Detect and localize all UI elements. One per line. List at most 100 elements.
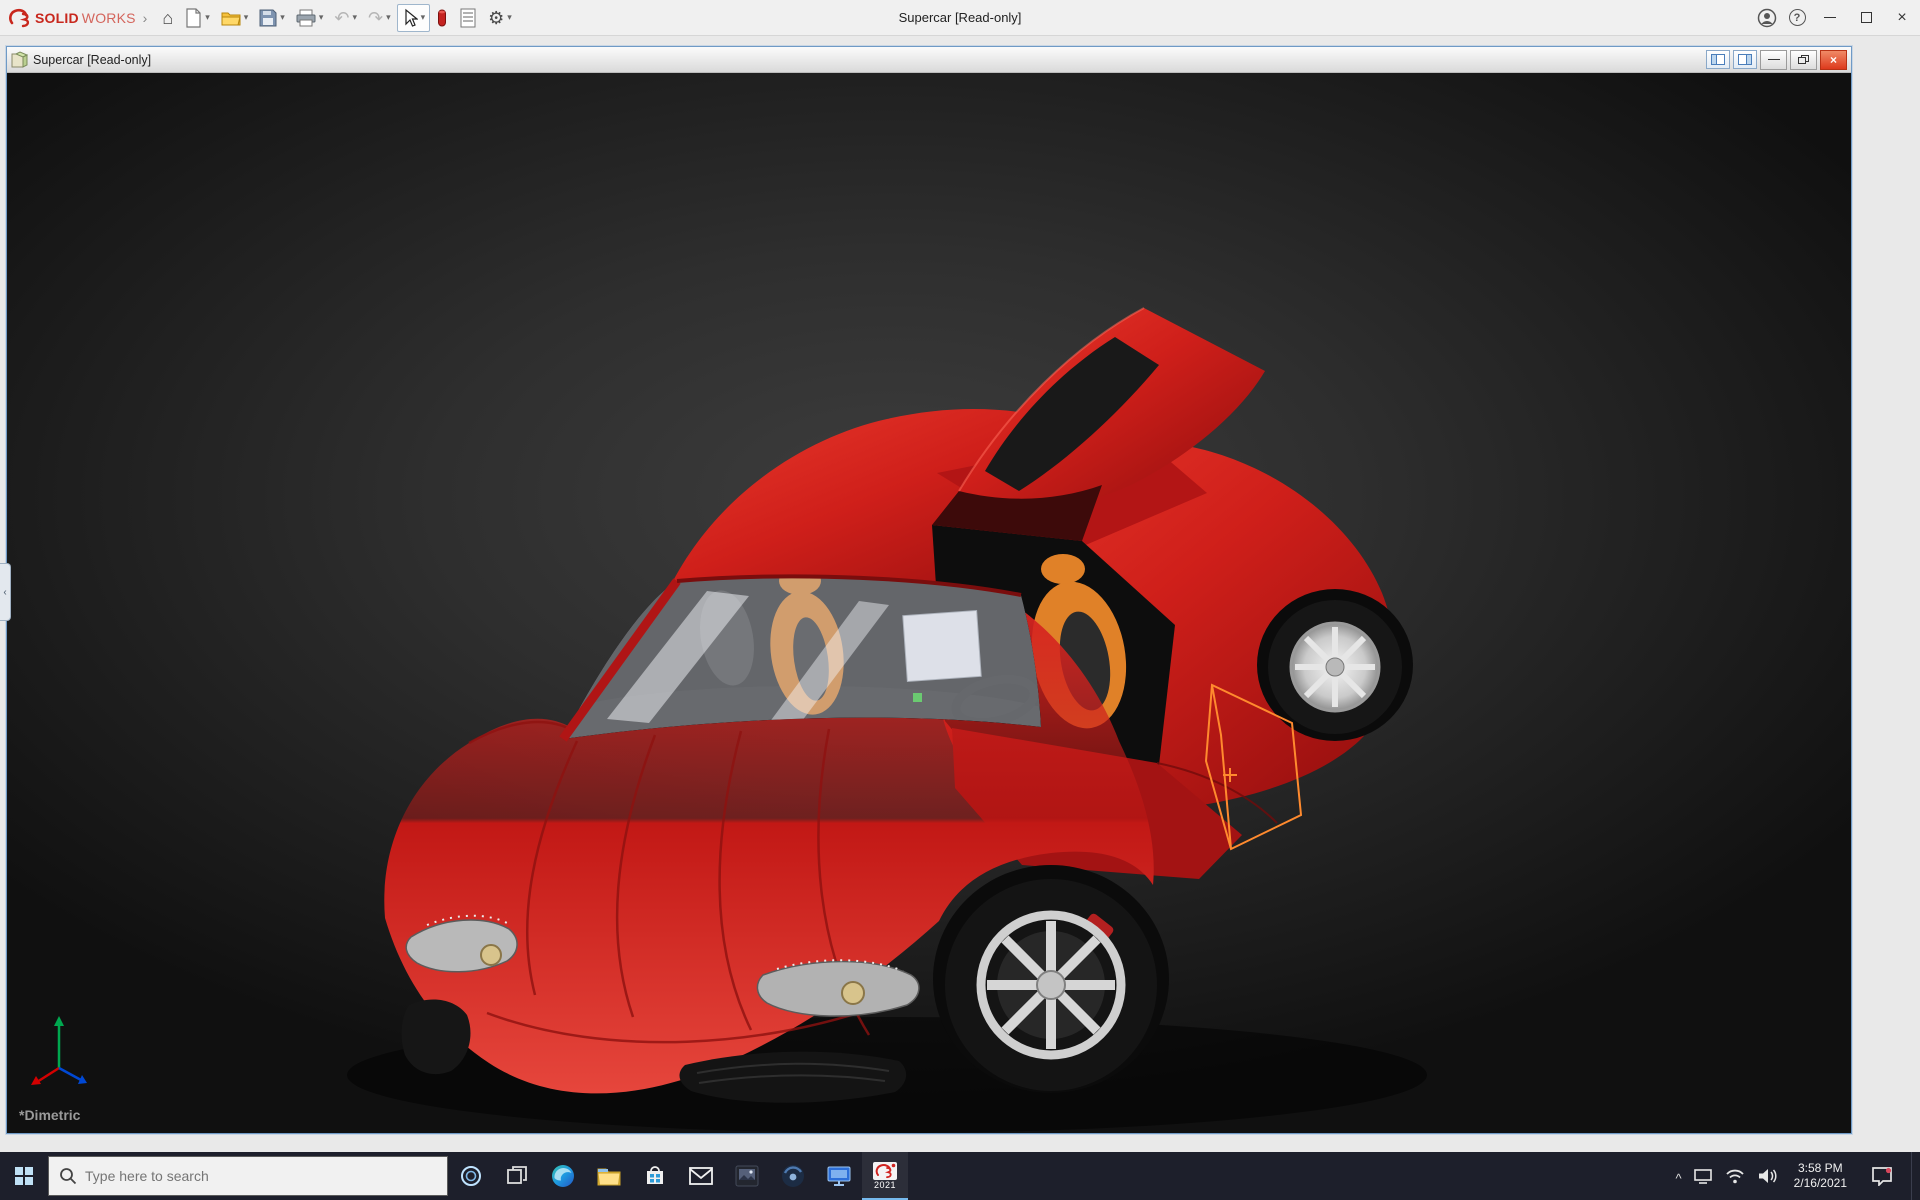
start-button[interactable] <box>0 1152 48 1200</box>
redo-button[interactable]: ↷ ▾ <box>363 4 396 32</box>
task-view-button[interactable] <box>494 1152 540 1200</box>
app-button-store[interactable] <box>632 1152 678 1200</box>
print-button[interactable]: ▾ <box>291 4 329 32</box>
app-minimize-button[interactable] <box>1812 0 1848 36</box>
help-icon: ? <box>1788 9 1806 26</box>
account-button[interactable] <box>1752 3 1782 33</box>
open-button[interactable]: ▾ <box>216 4 254 32</box>
hidden-icons-chevron[interactable]: ^ <box>1676 1171 1682 1186</box>
view-orientation-label: *Dimetric <box>19 1107 81 1123</box>
caret-down-icon[interactable]: ▾ <box>244 12 249 23</box>
cortana-button[interactable] <box>448 1152 494 1200</box>
taskbar-clock[interactable]: 3:58 PM 2/16/2021 <box>1788 1161 1853 1191</box>
new-document-button[interactable]: ▾ <box>179 4 215 32</box>
tray-monitor-icon <box>1693 1169 1712 1184</box>
new-document-icon <box>186 7 201 28</box>
close-icon: × <box>1829 52 1837 67</box>
solidworks-logo[interactable]: SOLID WORKS › <box>0 7 157 29</box>
quick-access-toolbar: ⌂ ▾ ▾ ▾ ▾ ↶ ▾ ↷ ▾ ▾ ⚙ ▾ <box>157 3 517 32</box>
cortana-icon <box>461 1166 481 1186</box>
help-button[interactable]: ? <box>1782 3 1812 33</box>
task-view-icon <box>507 1166 527 1184</box>
undo-icon: ↶ <box>334 7 350 28</box>
collapse-arrow-icon: ‹ <box>3 586 7 598</box>
options-button[interactable]: ⚙ ▾ <box>483 4 517 32</box>
app-button-solidworks[interactable]: 2021 <box>862 1152 908 1200</box>
caret-down-icon[interactable]: ▾ <box>421 12 426 23</box>
close-icon: × <box>1897 8 1907 26</box>
app-button-photos[interactable] <box>724 1152 770 1200</box>
minimize-icon <box>1824 17 1836 18</box>
viewport-3d[interactable]: *Dimetric <box>7 73 1851 1133</box>
app-button-file-explorer[interactable] <box>586 1152 632 1200</box>
save-button[interactable]: ▾ <box>254 4 290 32</box>
volume-icon <box>1758 1169 1777 1183</box>
caret-down-icon[interactable]: ▾ <box>507 12 512 23</box>
action-center-button[interactable] <box>1863 1152 1901 1200</box>
app-button-edge[interactable] <box>540 1152 586 1200</box>
system-tray: ^ 3:58 PM 2/16/2021 <box>1676 1152 1920 1200</box>
pane-layout-button-left[interactable] <box>1706 50 1730 69</box>
app-button-display[interactable] <box>816 1152 862 1200</box>
tray-monitor-button[interactable] <box>1692 1152 1714 1200</box>
app-maximize-button[interactable] <box>1848 0 1884 36</box>
redo-icon: ↷ <box>367 7 384 28</box>
undo-button[interactable]: ↶ ▾ <box>329 4 362 32</box>
doc-close-button[interactable]: × <box>1820 49 1847 70</box>
search-input[interactable] <box>85 1168 405 1184</box>
doc-minimize-button[interactable] <box>1760 49 1787 70</box>
orientation-triad <box>27 1010 91 1091</box>
display-app-icon <box>827 1166 851 1186</box>
home-button[interactable]: ⌂ <box>157 4 178 32</box>
document-title: Supercar [Read-only] <box>33 52 152 67</box>
solidworks-version-badge: 2021 <box>873 1180 897 1190</box>
app-close-button[interactable]: × <box>1884 0 1920 36</box>
appearance-button[interactable] <box>431 4 453 32</box>
app-titlebar: SOLID WORKS › ⌂ ▾ ▾ ▾ ▾ ↶ ▾ ↷ ▾ ▾ ⚙ ▾ Su… <box>0 0 1920 36</box>
windows-logo-icon <box>15 1167 33 1185</box>
caret-down-icon[interactable]: ▾ <box>280 12 285 23</box>
brand-text-bold: SOLID <box>35 9 79 26</box>
maximize-icon <box>1860 12 1872 23</box>
document-window: Supercar [Read-only] × *Dimetric <box>6 46 1852 1134</box>
network-button[interactable] <box>1724 1152 1746 1200</box>
document-icon <box>11 51 28 68</box>
caret-down-icon[interactable]: ▾ <box>319 12 324 23</box>
volume-button[interactable] <box>1756 1152 1778 1200</box>
caret-down-icon[interactable]: ▾ <box>386 12 391 23</box>
account-icon <box>1757 8 1777 27</box>
app-button-mail[interactable] <box>678 1152 724 1200</box>
round-dark-app-icon <box>782 1165 804 1187</box>
save-icon <box>259 9 277 26</box>
menu-expand-icon[interactable]: › <box>143 10 148 26</box>
screen: SOLID WORKS › ⌂ ▾ ▾ ▾ ▾ ↶ ▾ ↷ ▾ ▾ ⚙ ▾ Su… <box>0 0 1920 1200</box>
open-folder-icon <box>221 12 241 25</box>
collapsed-pane-tab[interactable]: ‹ <box>0 563 11 621</box>
print-icon <box>296 9 316 26</box>
brand-text-light: WORKS <box>81 9 136 26</box>
taskbar: 2021 ^ <box>0 1152 1920 1200</box>
store-icon <box>647 1166 663 1184</box>
properties-button[interactable] <box>454 4 482 32</box>
spec-sheet-icon <box>460 8 476 27</box>
photos-icon <box>735 1165 759 1187</box>
document-titlebar[interactable]: Supercar [Read-only] × <box>7 47 1851 73</box>
red-cylinder-icon <box>438 9 447 26</box>
pane-layout-right-icon <box>1738 54 1752 65</box>
select-tool-button[interactable]: ▾ <box>396 3 431 32</box>
restore-icon <box>1798 55 1809 64</box>
app-button-round-dark[interactable] <box>770 1152 816 1200</box>
pane-layout-button-right[interactable] <box>1733 50 1757 69</box>
caret-down-icon[interactable]: ▾ <box>205 12 210 23</box>
caret-down-icon[interactable]: ▾ <box>352 12 357 23</box>
gear-icon: ⚙ <box>488 7 505 28</box>
action-center-icon <box>1872 1167 1892 1186</box>
pane-layout-left-icon <box>1711 54 1725 65</box>
taskbar-search[interactable] <box>48 1156 448 1196</box>
solidworks-mark-icon <box>9 8 30 27</box>
network-icon <box>1725 1169 1744 1184</box>
search-icon <box>60 1168 77 1185</box>
doc-restore-button[interactable] <box>1790 49 1817 70</box>
show-desktop-button[interactable] <box>1911 1152 1916 1200</box>
minimize-icon <box>1767 59 1780 60</box>
